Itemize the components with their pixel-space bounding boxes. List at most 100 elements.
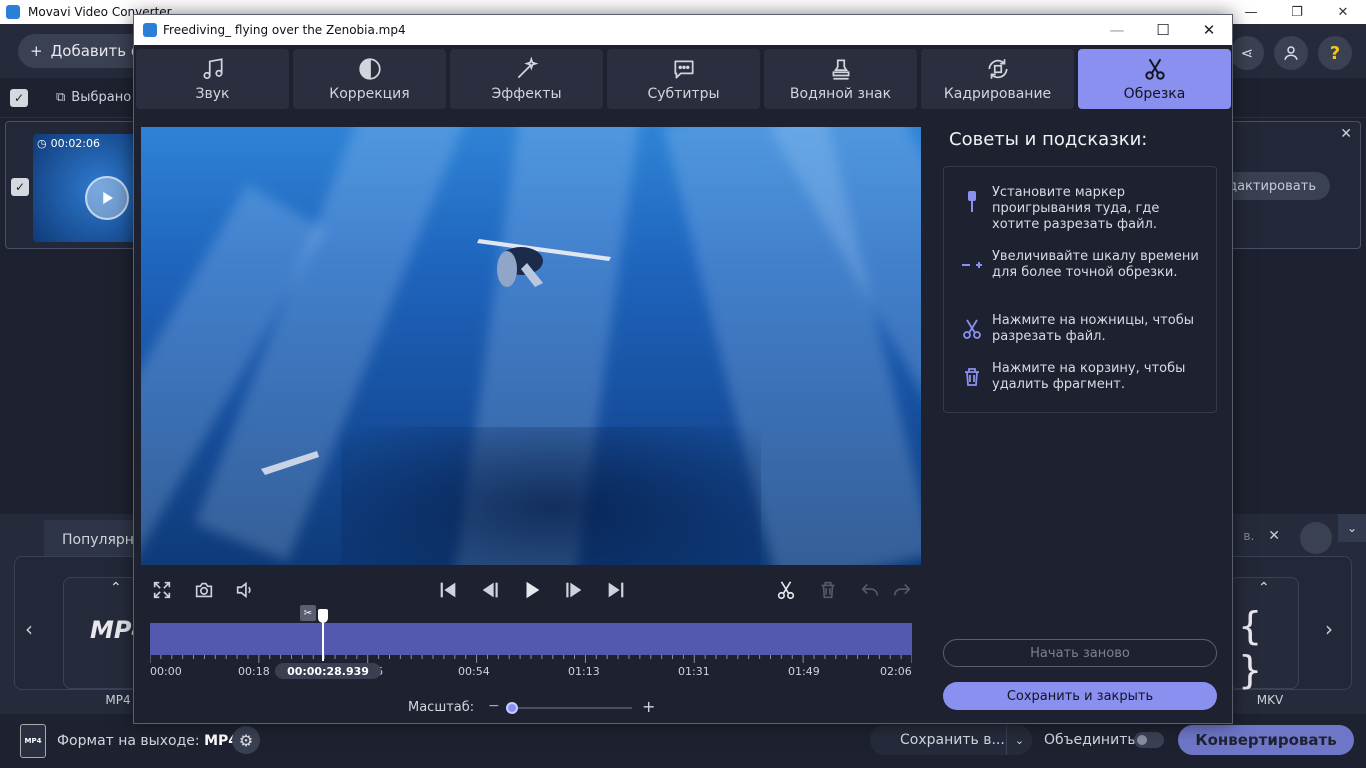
magic-wand-icon (517, 56, 538, 79)
tab-label: Звук (195, 86, 230, 102)
tips-panel: Установите маркер проигрывания туда, где… (943, 166, 1217, 413)
format-tile-mkv[interactable]: ⌃ { } (1229, 577, 1299, 692)
tab-trim[interactable]: Обрезка (1078, 49, 1231, 109)
timeline-label: 01:31 (678, 665, 710, 678)
undo-icon[interactable] (855, 575, 885, 605)
zoom-slider-knob[interactable] (506, 702, 518, 714)
toolbar-right: ⋖ ? (1230, 36, 1352, 70)
trash-icon[interactable] (813, 575, 843, 605)
search-text: в. (1243, 529, 1255, 543)
timeline-label: 01:13 (568, 665, 600, 678)
snapshot-camera-icon[interactable] (189, 575, 219, 605)
add-files-button[interactable]: + Добавить ф (18, 34, 148, 68)
tip-text: Увеличивайте шкалу времени для более точ… (992, 249, 1199, 280)
timeline-label: 01:49 (788, 665, 820, 678)
tip-text: Нажмите на ножницы, чтобы разрезать файл… (992, 313, 1194, 344)
diver-figure (477, 239, 611, 287)
restore-icon[interactable]: ❐ (1274, 0, 1320, 24)
tab-sound[interactable]: Звук (136, 49, 289, 109)
close-icon[interactable]: ✕ (1186, 15, 1232, 45)
tip-text: Нажмите на корзину, чтобы удалить фрагме… (992, 361, 1186, 392)
scissors-icon[interactable] (771, 575, 801, 605)
tab-label: Водяной знак (789, 86, 892, 102)
contrast-icon (358, 58, 381, 80)
merge-toggle[interactable] (1134, 732, 1164, 748)
playhead-handle[interactable] (318, 609, 328, 623)
help-icon[interactable]: ? (1318, 36, 1352, 70)
play-icon[interactable] (85, 176, 129, 220)
timeline[interactable]: ✂ 00:00 00:18 6 00:54 01:13 01:31 01:49 … (150, 605, 914, 679)
save-to-label: Сохранить в... (900, 732, 1005, 748)
tab-label: Эффекты (491, 86, 562, 102)
chevron-up-icon[interactable]: ⌃ (1258, 580, 1270, 596)
movavi-logo-icon (143, 23, 157, 37)
clear-search-icon[interactable]: ✕ (1268, 528, 1280, 544)
tab-watermark[interactable]: Водяной знак (764, 49, 917, 109)
tab-label: Обрезка (1123, 86, 1186, 102)
chevron-down-icon[interactable]: ⌄ (1006, 725, 1032, 755)
file-checkbox[interactable]: ✓ (11, 178, 29, 196)
close-icon[interactable]: ✕ (1320, 0, 1366, 24)
tab-correction[interactable]: Коррекция (293, 49, 446, 109)
plus-icon: + (30, 42, 43, 60)
tab-subtitles[interactable]: Субтитры (607, 49, 760, 109)
playback-controls (141, 575, 921, 605)
user-icon[interactable] (1274, 36, 1308, 70)
skip-to-end-icon[interactable] (601, 575, 631, 605)
timeline-label: 00:54 (458, 665, 490, 678)
timeline-label: 02:06 (880, 665, 912, 678)
editor-window-controls: — ☐ ✕ (1094, 15, 1232, 45)
minimize-icon[interactable]: — (1228, 0, 1274, 24)
file-thumbnail[interactable]: ◷ 00:02:06 (33, 134, 143, 242)
video-preview[interactable] (141, 127, 921, 565)
movavi-logo-icon (6, 5, 20, 19)
zoom-out-icon[interactable]: − (488, 698, 500, 714)
restart-button[interactable]: Начать заново (943, 639, 1217, 667)
tab-effects[interactable]: Эффекты (450, 49, 603, 109)
chevron-right-icon[interactable]: › (1325, 617, 1333, 641)
output-format-icon: MP4 (20, 724, 46, 758)
tab-crop[interactable]: Кадрирование (921, 49, 1074, 109)
play-icon[interactable] (517, 575, 547, 605)
selected-count: ⧉ Выбрано (56, 90, 131, 105)
output-format: Формат на выходе: MP4 (57, 733, 238, 749)
save-and-close-button[interactable]: Сохранить и закрыть (943, 682, 1217, 710)
remove-file-icon[interactable]: ✕ (1340, 126, 1352, 142)
save-to-button[interactable]: Сохранить в... ⌄ (870, 725, 1032, 755)
mkv-logo-icon: { } (1238, 604, 1263, 692)
tab-label: Кадрирование (943, 86, 1052, 102)
volume-icon[interactable] (230, 575, 260, 605)
timeline-label: 00:00 (150, 665, 182, 678)
zoom-in-icon[interactable]: + (642, 697, 655, 716)
next-frame-icon[interactable] (559, 575, 589, 605)
maximize-icon[interactable]: ☐ (1140, 15, 1186, 45)
merge-label: Объединить: (1044, 732, 1141, 748)
edit-button[interactable]: дактировать (1220, 172, 1330, 200)
scissors-icon[interactable]: ✂ (300, 605, 316, 621)
gear-icon[interactable]: ⚙ (232, 726, 260, 754)
share-icon[interactable]: ⋖ (1230, 36, 1264, 70)
redo-icon[interactable] (887, 575, 917, 605)
diver-fin (261, 451, 319, 475)
zoom-slider-track[interactable] (508, 707, 632, 709)
speech-bubble-icon (673, 60, 694, 79)
timeline-label: 00:18 (238, 665, 270, 678)
scissors-icon (1144, 58, 1165, 80)
minimize-icon[interactable]: — (1094, 15, 1140, 45)
fullscreen-icon[interactable] (147, 575, 177, 605)
timeline-ticks (150, 655, 912, 663)
convert-button[interactable]: Конвертировать (1178, 725, 1354, 755)
thumb-duration: ◷ 00:02:06 (37, 137, 100, 150)
device-detect-icon[interactable] (1300, 522, 1332, 554)
editor-tabs: Звук Коррекция Эффекты Субтитры Водяной … (136, 49, 1232, 109)
trash-icon (965, 368, 979, 386)
chevron-up-icon[interactable]: ⌃ (110, 580, 122, 596)
timeline-track[interactable] (150, 623, 912, 655)
copy-icon: ⧉ (56, 90, 66, 105)
clock-icon: ◷ (37, 137, 47, 150)
skip-to-start-icon[interactable] (433, 575, 463, 605)
chevron-left-icon[interactable]: ‹ (25, 617, 33, 641)
collapse-panel-icon[interactable]: ⌄ (1338, 514, 1366, 542)
select-all-checkbox[interactable]: ✓ (10, 89, 28, 107)
previous-frame-icon[interactable] (475, 575, 505, 605)
